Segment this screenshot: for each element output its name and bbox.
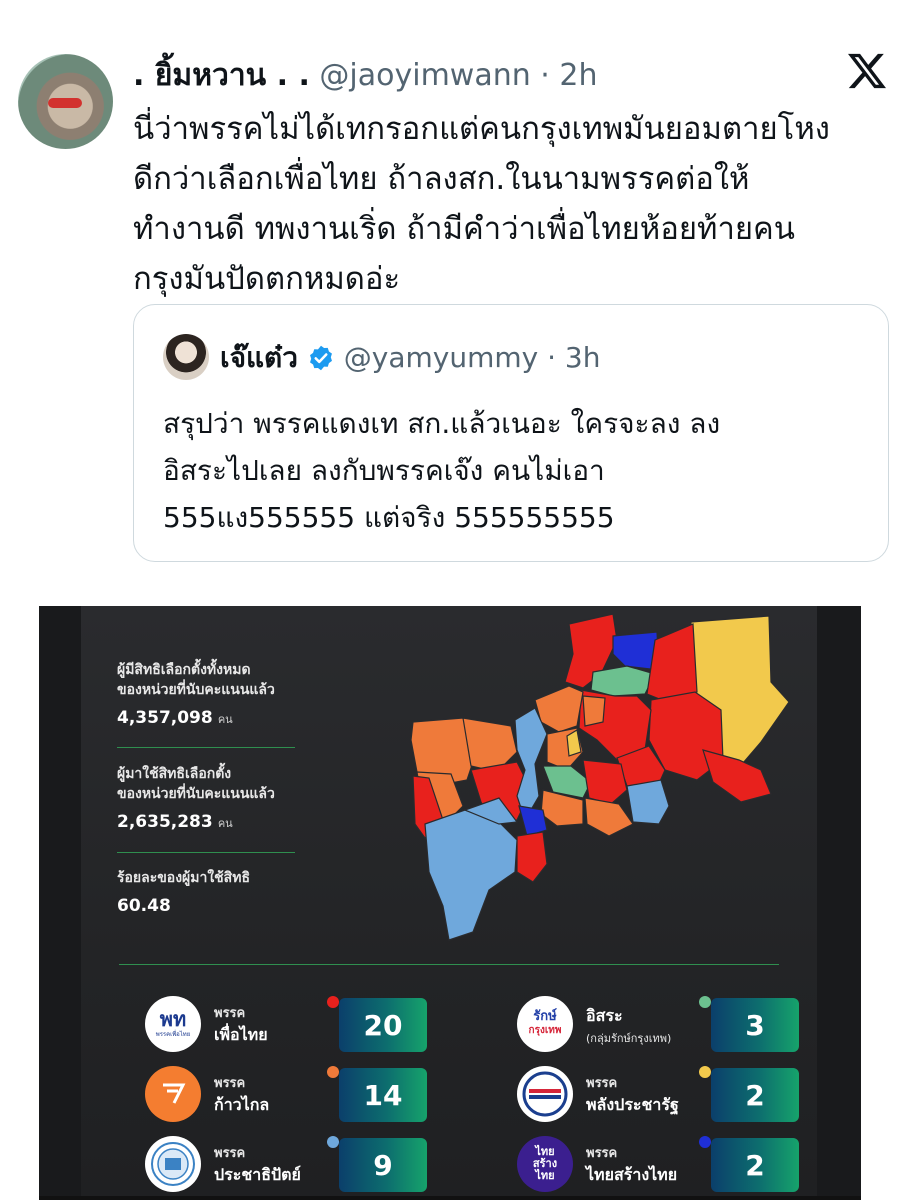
party-color-dot <box>699 1066 711 1078</box>
stat-value: 60.48 <box>117 896 171 916</box>
party-prefix: พรรค <box>214 1006 246 1021</box>
tweet-line: ทำงานดี ทพงานเริ่ด ถ้ามีคำว่าเพื่อไทยห้อ… <box>133 211 795 247</box>
map-district-south-red <box>516 831 548 883</box>
party-prefix: พรรค <box>586 1076 618 1091</box>
image-bottom-edge <box>39 1196 861 1200</box>
tweet-time[interactable]: · 2h <box>540 58 597 93</box>
logo-caption: พรรคเพื่อไทย <box>155 1031 191 1038</box>
party-label-pheu-thai: พรรค เพื่อไทย <box>214 1002 268 1048</box>
stat-label: ของหน่วยที่นับคะแนนแล้ว <box>117 786 275 802</box>
party-logo-democrat <box>145 1136 201 1192</box>
stat-label: ผู้มาใช้สิทธิเลือกตั้ง <box>117 766 232 782</box>
stat-value: 4,357,098 <box>117 708 213 728</box>
logo-text: รักษ์ <box>533 1009 557 1024</box>
tweet-line: กรุงมันปัดตกหมดอ่ะ <box>133 261 401 297</box>
party-label-thai-srang-thai: พรรค ไทยสร้างไทย <box>586 1142 677 1188</box>
tweet-header: . ยิ้มหวาน . . @jaoyimwann · 2h <box>133 52 597 99</box>
party-logo-rak-krungthep: รักษ์ กรุงเทพ <box>517 996 573 1052</box>
bangkok-district-map <box>410 613 790 941</box>
display-name[interactable]: . ยิ้มหวาน . . <box>133 58 310 93</box>
stat-label: ผู้มีสิทธิเลือกตั้งทั้งหมด <box>117 662 251 678</box>
divider <box>119 964 779 965</box>
party-label-move-forward: พรรค ก้าวไกล <box>214 1072 269 1118</box>
democrat-logo-icon <box>151 1142 195 1186</box>
party-subtitle: (กลุ่มรักษ์กรุงเทพ) <box>586 1032 672 1045</box>
quoted-line: สรุปว่า พรรคแดงเท สก.แล้วเนอะ ใครจะลง ลง <box>163 407 721 440</box>
party-logo-pheu-thai: พท พรรคเพื่อไทย <box>145 996 201 1052</box>
logo-caption: กรุงเทพ <box>528 1025 562 1036</box>
party-prefix: พรรค <box>586 1146 618 1161</box>
party-color-dot <box>699 1136 711 1148</box>
verified-badge-icon <box>309 345 332 371</box>
seat-count-pheu-thai: 20 <box>339 998 427 1052</box>
party-name: ก้าวไกล <box>214 1095 270 1114</box>
avatar[interactable] <box>18 54 113 149</box>
divider <box>117 747 295 748</box>
party-name: พลังประชารัฐ <box>586 1095 679 1114</box>
quoted-tweet-text: สรุปว่า พรรคแดงเท สก.แล้วเนอะ ใครจะลง ลง… <box>163 400 863 541</box>
stat-turnout-voters: ผู้มาใช้สิทธิเลือกตั้ง ของหน่วยที่นับคะแ… <box>117 764 275 832</box>
quoted-display-name[interactable]: เจ๊แต๋ว <box>220 341 298 374</box>
party-logo-palang-pracharath <box>517 1066 573 1122</box>
user-handle[interactable]: @jaoyimwann <box>319 58 530 93</box>
quoted-handle[interactable]: @yamyummy <box>344 341 538 374</box>
stat-eligible-voters: ผู้มีสิทธิเลือกตั้งทั้งหมด ของหน่วยที่นั… <box>117 660 275 728</box>
stat-value: 2,635,283 <box>117 812 213 832</box>
seat-count-move-forward: 14 <box>339 1068 427 1122</box>
stat-turnout-percent: ร้อยละของผู้มาใช้สิทธิ 60.48 <box>117 868 250 916</box>
seat-count-democrat: 9 <box>339 1138 427 1192</box>
quoted-line: อิสระไปเลย ลงกับพรรคเจ๊ง คนไม่เอา <box>163 454 605 487</box>
party-color-dot <box>327 1136 339 1148</box>
stat-unit: คน <box>217 713 233 726</box>
quoted-time[interactable]: · 3h <box>547 341 600 374</box>
avatar-glasses-detail <box>48 98 82 108</box>
party-color-dot <box>327 996 339 1008</box>
logo-text: พท <box>159 1007 187 1031</box>
map-district-southwest-blue <box>424 809 518 941</box>
tweet-line: นี่ว่าพรรคไม่ได้เทกรอกแต่คนกรุงเทพมันยอม… <box>133 111 830 147</box>
party-color-dot <box>699 996 711 1008</box>
divider <box>117 852 295 853</box>
party-color-dot <box>327 1066 339 1078</box>
party-name: ไทยสร้างไทย <box>586 1165 678 1184</box>
quoted-tweet-header: เจ๊แต๋ว @yamyummy · 3h <box>220 336 600 380</box>
map-district-north-green <box>590 665 656 697</box>
attached-image[interactable]: ผู้มีสิทธิเลือกตั้งทั้งหมด ของหน่วยที่นั… <box>39 606 861 1200</box>
party-prefix: พรรค <box>214 1076 246 1091</box>
seat-count-independent: 3 <box>711 998 799 1052</box>
seat-count-thai-srang-thai: 2 <box>711 1138 799 1192</box>
map-district-north-orange-2 <box>582 695 606 727</box>
logo-text: ไทย สร้าง ไทย <box>532 1145 558 1182</box>
map-district-east-blue <box>626 779 670 825</box>
party-label-independent: อิสระ (กลุ่มรักษ์กรุงเทพ) <box>586 1004 671 1047</box>
tweet-line: ดีกว่าเลือกเพื่อไทย ถ้าลงสก.ในนามพรรคต่อ… <box>133 161 750 197</box>
party-name: ประชาธิปัตย์ <box>214 1165 301 1184</box>
party-name: อิสระ <box>586 1006 623 1025</box>
quoted-line: 555แง555555 แต่จริง 555555555 <box>163 501 615 534</box>
stat-label: ของหน่วยที่นับคะแนนแล้ว <box>117 682 275 698</box>
stat-unit: คน <box>217 817 233 830</box>
party-label-democrat: พรรค ประชาธิปัตย์ <box>214 1142 301 1188</box>
party-name: เพื่อไทย <box>214 1025 268 1044</box>
seat-count-palang-pracharath: 2 <box>711 1068 799 1122</box>
party-logo-move-forward <box>145 1066 201 1122</box>
palang-pracharath-logo-icon <box>522 1071 568 1117</box>
x-logo-icon <box>848 53 886 89</box>
party-prefix: พรรค <box>214 1146 246 1161</box>
map-district-south-orange <box>584 797 634 837</box>
party-logo-thai-srang-thai: ไทย สร้าง ไทย <box>517 1136 573 1192</box>
infographic-panel: ผู้มีสิทธิเลือกตั้งทั้งหมด ของหน่วยที่นั… <box>81 606 817 1200</box>
map-district-center-red-3 <box>582 759 628 805</box>
move-forward-logo-icon <box>163 1083 186 1104</box>
quoted-avatar[interactable] <box>163 334 209 380</box>
stat-label: ร้อยละของผู้มาใช้สิทธิ <box>117 870 250 886</box>
party-label-palang-pracharath: พรรค พลังประชารัฐ <box>586 1072 679 1118</box>
tweet-text: นี่ว่าพรรคไม่ได้เทกรอกแต่คนกรุงเทพมันยอม… <box>133 104 893 304</box>
